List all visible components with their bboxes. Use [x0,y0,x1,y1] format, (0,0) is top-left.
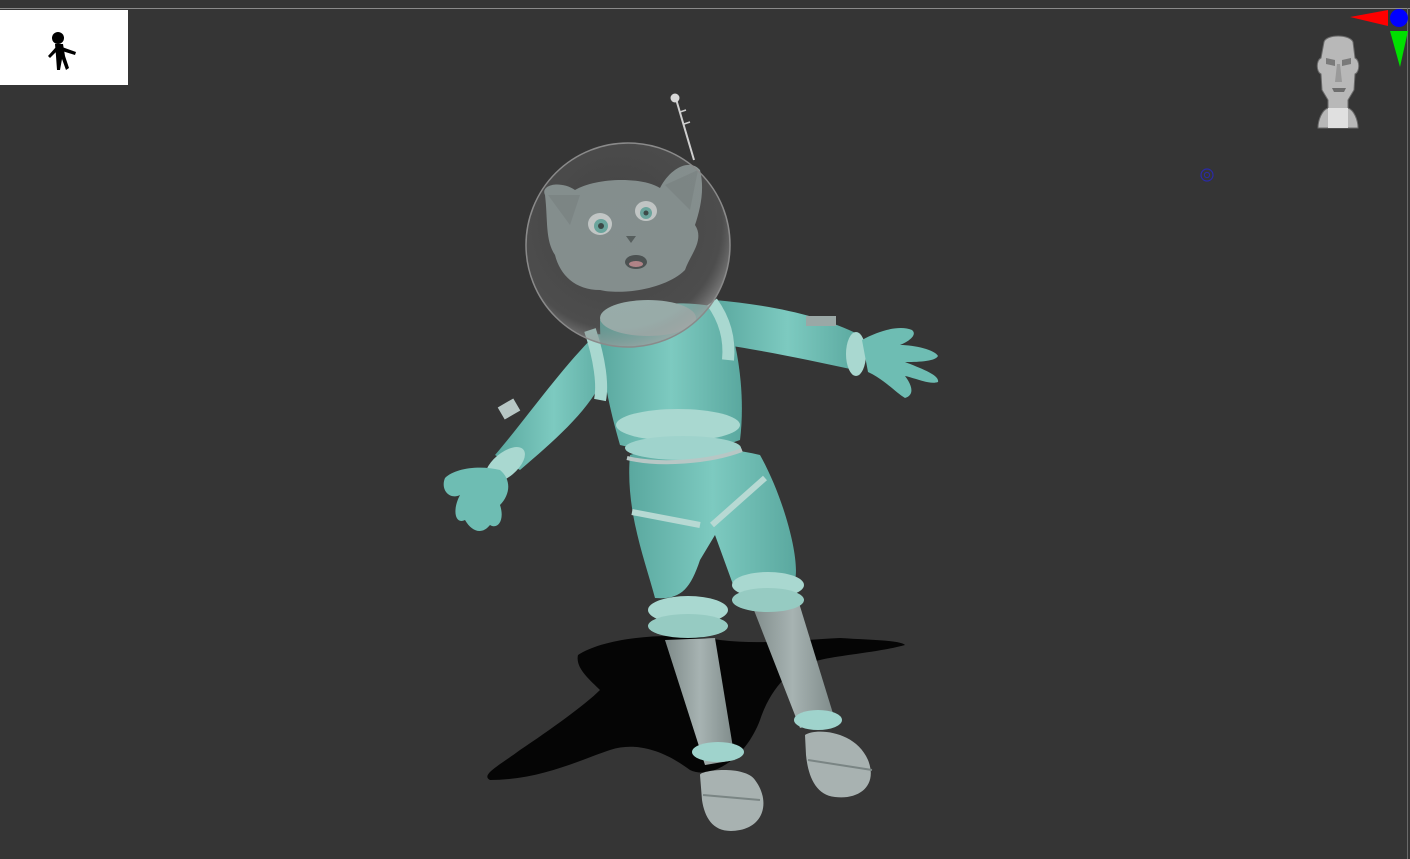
suit-pants [629,447,804,638]
y-axis-arrow-icon[interactable] [1390,31,1408,67]
x-axis-arrow-icon[interactable] [1350,10,1388,26]
3d-viewport[interactable] [0,0,1410,859]
z-axis-dot-icon[interactable] [1390,9,1408,27]
helmet-bubble [525,142,731,348]
navigation-head-icon[interactable] [1310,30,1366,132]
sculpt-scene[interactable] [0,0,1410,859]
silhouette-icon [48,32,76,70]
model-thumbnail[interactable] [0,10,128,85]
left-arm [443,334,613,532]
right-arm [715,300,939,398]
antenna [670,93,695,161]
transform-pivot-icon[interactable] [1199,167,1215,183]
